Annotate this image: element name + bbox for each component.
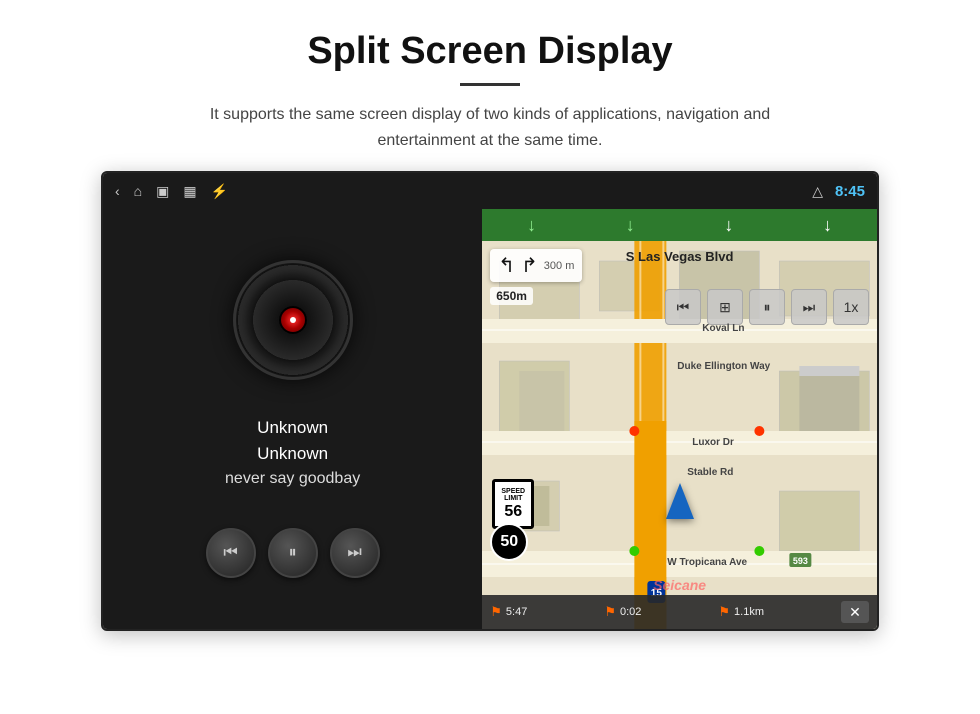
nav-elapsed: ⚑ 0:02 xyxy=(604,604,641,620)
nav-arrow-1: ↓ xyxy=(527,215,536,236)
play-pause-button[interactable]: ⏸ xyxy=(268,528,318,578)
title-section: Split Screen Display It supports the sam… xyxy=(190,30,790,153)
media-track-title: Unknown xyxy=(225,418,360,438)
device-screenshot: ‹ ⌂ ▣ ▦ ⚡ △ 8:45 Unknown Unknown never s… xyxy=(101,171,879,631)
watermark: Seicane xyxy=(653,577,706,593)
nav-distance-label: 650m xyxy=(490,287,533,305)
media-controls: ⏮ ⏸ ⏭ xyxy=(206,528,380,578)
status-bar-left: ‹ ⌂ ▣ ▦ ⚡ xyxy=(115,183,228,200)
vinyl-center-dot xyxy=(290,317,296,323)
usb-icon: ⚡ xyxy=(211,183,228,200)
nav-car-arrow xyxy=(666,483,694,519)
nav-close-button[interactable]: ✕ xyxy=(841,601,869,623)
nav-bottom-bar: ⚑ 5:47 ⚑ 0:02 ⚑ 1.1km ✕ xyxy=(482,595,877,629)
media-text-area: Unknown Unknown never say goodbay xyxy=(225,418,360,508)
media-artist-label: Unknown xyxy=(225,444,360,464)
next-icon: ⏭ xyxy=(347,544,361,562)
route-icon: ⚑ xyxy=(604,604,616,620)
nav-elapsed-time: 0:02 xyxy=(620,606,641,618)
vinyl-record xyxy=(233,260,353,380)
nav-eta-time: 5:47 xyxy=(506,606,527,618)
street-name-label: S Las Vegas Blvd xyxy=(626,249,734,264)
svg-text:593: 593 xyxy=(793,556,808,566)
home-icon[interactable]: ⌂ xyxy=(134,183,142,199)
play-pause-icon: ⏸ xyxy=(289,544,297,562)
nav-map-area: 15 593 S Las Vegas Blvd ↰ ↱ 300 m 650m xyxy=(482,241,877,629)
nav-panel: ↓ ↓ ↓ ↓ xyxy=(482,209,877,629)
nav-speed-multiplier-btn[interactable]: 1x xyxy=(833,289,869,325)
status-time: 8:45 xyxy=(835,183,865,200)
nav-eta: ⚑ 5:47 xyxy=(490,604,527,620)
nav-arrow-4: ↓ xyxy=(823,215,832,236)
media-panel: Unknown Unknown never say goodbay ⏮ ⏸ ⏭ xyxy=(103,209,482,629)
nav-arrow-3: ↓ xyxy=(724,215,733,236)
media-song-label: never say goodbay xyxy=(225,470,360,488)
page-subtitle: It supports the same screen display of t… xyxy=(190,102,790,153)
nav-top-bar: ↓ ↓ ↓ ↓ xyxy=(482,209,877,241)
nav-next-btn[interactable]: ⏭ xyxy=(791,289,827,325)
next-button[interactable]: ⏭ xyxy=(330,528,380,578)
gallery-icon[interactable]: ▦ xyxy=(183,183,196,200)
vinyl-inner xyxy=(279,306,307,334)
turn-left-icon: ↰ xyxy=(498,253,515,278)
speed-limit-text: SPEED LIMIT xyxy=(495,488,531,503)
turn-right-icon: ↱ xyxy=(521,253,538,278)
start-flag-icon: ⚑ xyxy=(490,604,502,620)
speed-limit-number: 56 xyxy=(504,503,522,521)
nav-distance-remaining: ⚑ 1.1km xyxy=(718,604,764,620)
split-screen: Unknown Unknown never say goodbay ⏮ ⏸ ⏭ xyxy=(103,209,877,629)
speed-limit-sign: SPEED LIMIT 56 xyxy=(492,479,534,529)
nav-prev-btn[interactable]: ⏮ xyxy=(665,289,701,325)
turn-distance: 300 m xyxy=(544,260,575,272)
nav-checkerboard-btn[interactable]: ⊞ xyxy=(707,289,743,325)
nav-dist-remaining-value: 1.1km xyxy=(734,606,764,618)
nav-arrow-2: ↓ xyxy=(626,215,635,236)
status-bar-right: △ 8:45 xyxy=(812,183,865,200)
status-bar: ‹ ⌂ ▣ ▦ ⚡ △ 8:45 xyxy=(103,173,877,209)
page-title: Split Screen Display xyxy=(190,30,790,73)
nav-turn-box: ↰ ↱ 300 m xyxy=(490,249,582,282)
prev-icon: ⏮ xyxy=(223,544,237,562)
back-icon[interactable]: ‹ xyxy=(115,183,120,199)
recents-icon[interactable]: ▣ xyxy=(156,183,169,200)
end-flag-icon: ⚑ xyxy=(718,604,730,620)
prev-button[interactable]: ⏮ xyxy=(206,528,256,578)
nav-playback-controls: ⏮ ⊞ ⏸ ⏭ 1x xyxy=(665,289,869,325)
nav-pause-btn[interactable]: ⏸ xyxy=(749,289,785,325)
eject-icon[interactable]: △ xyxy=(812,183,823,200)
title-divider xyxy=(460,83,520,86)
